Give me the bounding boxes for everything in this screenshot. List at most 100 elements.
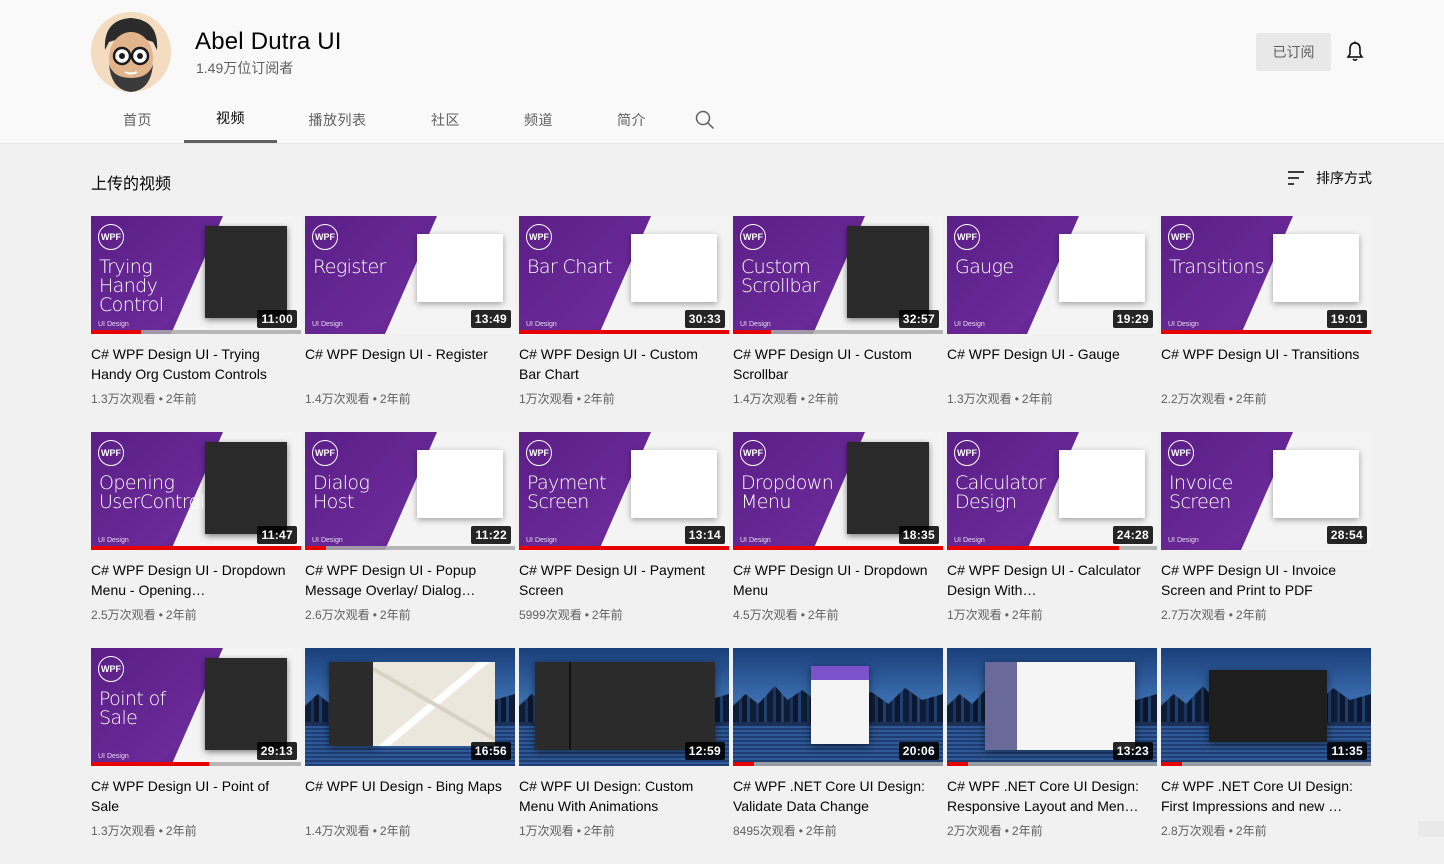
- video-card[interactable]: WPF Transitions UI Design 19:01 C# WPF Desig…: [1161, 216, 1371, 432]
- channel-avatar[interactable]: [91, 12, 171, 92]
- video-thumbnail[interactable]: WPF Point of Sale UI Design 29:13: [91, 648, 301, 766]
- video-thumbnail[interactable]: WPF Opening UserControl UI Design 11:47: [91, 432, 301, 550]
- video-title[interactable]: C# WPF Design UI - Trying Handy Org Cust…: [91, 344, 301, 384]
- video-title[interactable]: C# WPF Design UI - Dropdown Menu - Openi…: [91, 560, 301, 600]
- video-duration: 18:35: [898, 526, 939, 544]
- video-thumbnail[interactable]: WPF Custom Scrollbar UI Design 32:57: [733, 216, 943, 334]
- video-title[interactable]: C# WPF Design UI - Custom Bar Chart: [519, 344, 729, 384]
- meta-separator: •: [158, 824, 163, 838]
- video-card[interactable]: WPF Dialog Host UI Design 11:22 C# WPF Desig…: [305, 432, 515, 648]
- upload-age: 2年前: [807, 392, 839, 406]
- video-title[interactable]: C# WPF Design UI - Point of Sale: [91, 776, 301, 816]
- video-card[interactable]: WPF Custom Scrollbar UI Design 32:57 C# WPF …: [733, 216, 943, 432]
- meta-separator: •: [1228, 824, 1233, 838]
- tab-about[interactable]: 简介: [584, 96, 679, 143]
- avatar-illustration-icon: [91, 12, 171, 92]
- video-thumbnail[interactable]: WPF Payment Screen UI Design 13:14: [519, 432, 729, 550]
- video-title[interactable]: C# WPF Design UI - Gauge: [947, 344, 1157, 384]
- video-card[interactable]: WPF Register UI Design 13:49 C# WPF Design U…: [305, 216, 515, 432]
- thumbnail-screenshot: [205, 442, 287, 534]
- video-thumbnail[interactable]: 11:35: [1161, 648, 1371, 766]
- video-thumbnail[interactable]: 13:23: [947, 648, 1157, 766]
- video-title[interactable]: C# WPF Design UI - Calculator Design Wit…: [947, 560, 1157, 600]
- thumbnail-screenshot: [417, 234, 503, 302]
- video-title[interactable]: C# WPF Design UI - Dropdown Menu: [733, 560, 943, 600]
- subscriber-count: 1.49万位订阅者: [196, 60, 294, 76]
- video-thumbnail[interactable]: WPF Dropdown Menu UI Design 18:35: [733, 432, 943, 550]
- tab-channels[interactable]: 频道: [493, 96, 584, 143]
- tab-playlists[interactable]: 播放列表: [277, 96, 398, 143]
- watch-progress-fill: [519, 330, 729, 334]
- notification-bell-icon[interactable]: [1343, 40, 1367, 64]
- wpf-badge: WPF: [954, 440, 980, 466]
- video-duration: 13:23: [1112, 742, 1153, 760]
- video-card[interactable]: 20:06 C# WPF .NET Core UI Design: Validat…: [733, 648, 943, 864]
- video-duration: 13:49: [470, 310, 511, 328]
- video-title[interactable]: C# WPF Design UI - Register: [305, 344, 515, 384]
- video-title[interactable]: C# WPF Design UI - Payment Screen: [519, 560, 729, 600]
- video-thumbnail[interactable]: WPF Gauge UI Design 19:29: [947, 216, 1157, 334]
- video-title[interactable]: C# WPF .NET Core UI Design: Responsive L…: [947, 776, 1157, 816]
- video-card[interactable]: WPF Bar Chart UI Design 30:33 C# WPF Design …: [519, 216, 729, 432]
- view-count: 1.4万次观看: [305, 392, 370, 406]
- watch-progress-bar: [91, 546, 301, 550]
- tab-community[interactable]: 社区: [398, 96, 493, 143]
- thumbnail-divider: [569, 662, 571, 750]
- video-title[interactable]: C# WPF Design UI - Transitions: [1161, 344, 1371, 384]
- video-meta: 2.2万次观看 • 2年前: [1161, 390, 1371, 407]
- video-thumbnail[interactable]: 20:06: [733, 648, 943, 766]
- thumbnail-brand: UI Design: [312, 537, 343, 544]
- video-grid: WPF Trying Handy Control UI Design 11:00 C# …: [91, 216, 1371, 864]
- video-card[interactable]: 13:23 C# WPF .NET Core UI Design: Respons…: [947, 648, 1157, 864]
- video-card[interactable]: WPF Calculator Design UI Design 24:28 C# WPF…: [947, 432, 1157, 648]
- video-card[interactable]: 11:35 C# WPF .NET Core UI Design: First I…: [1161, 648, 1371, 864]
- upload-age: 2年前: [583, 824, 615, 838]
- video-duration: 19:01: [1326, 310, 1367, 328]
- video-title[interactable]: C# WPF Design UI - Popup Message Overlay…: [305, 560, 515, 600]
- meta-separator: •: [800, 392, 805, 406]
- tab-home[interactable]: 首页: [91, 96, 184, 143]
- sort-button[interactable]: 排序方式: [1286, 168, 1372, 188]
- video-card[interactable]: WPF Invoice Screen UI Design 28:54 C# WPF De…: [1161, 432, 1371, 648]
- video-title[interactable]: C# WPF Design UI - Invoice Screen and Pr…: [1161, 560, 1371, 600]
- video-thumbnail[interactable]: WPF Calculator Design UI Design 24:28: [947, 432, 1157, 550]
- video-thumbnail[interactable]: WPF Dialog Host UI Design 11:22: [305, 432, 515, 550]
- video-thumbnail[interactable]: WPF Trying Handy Control UI Design 11:00: [91, 216, 301, 334]
- video-thumbnail[interactable]: WPF Bar Chart UI Design 30:33: [519, 216, 729, 334]
- video-card[interactable]: WPF Trying Handy Control UI Design 11:00 C# …: [91, 216, 301, 432]
- video-card[interactable]: 16:56 C# WPF UI Design - Bing Maps 1.4万次观看…: [305, 648, 515, 864]
- tab-videos[interactable]: 视频: [184, 96, 277, 143]
- video-thumbnail[interactable]: WPF Invoice Screen UI Design 28:54: [1161, 432, 1371, 550]
- watch-progress-bar: [1161, 762, 1371, 766]
- wpf-badge: WPF: [98, 440, 124, 466]
- video-card[interactable]: WPF Point of Sale UI Design 29:13 C# WPF Des…: [91, 648, 301, 864]
- view-count: 1万次观看: [519, 824, 574, 838]
- video-thumbnail[interactable]: 12:59: [519, 648, 729, 766]
- video-title[interactable]: C# WPF Design UI - Custom Scrollbar: [733, 344, 943, 384]
- video-card[interactable]: WPF Opening UserControl UI Design 11:47 C# W…: [91, 432, 301, 648]
- video-title[interactable]: C# WPF UI Design: Custom Menu With Anima…: [519, 776, 729, 816]
- video-meta: 1万次观看 • 2年前: [519, 390, 729, 407]
- video-title[interactable]: C# WPF UI Design - Bing Maps: [305, 776, 515, 816]
- video-thumbnail[interactable]: 16:56: [305, 648, 515, 766]
- video-title[interactable]: C# WPF .NET Core UI Design: Validate Dat…: [733, 776, 943, 816]
- meta-separator: •: [1004, 608, 1009, 622]
- video-thumbnail[interactable]: WPF Register UI Design 13:49: [305, 216, 515, 334]
- upload-age: 2年前: [165, 824, 197, 838]
- video-card[interactable]: 12:59 C# WPF UI Design: Custom Menu With …: [519, 648, 729, 864]
- thumbnail-brand: UI Design: [740, 537, 771, 544]
- watch-progress-fill: [733, 762, 754, 766]
- video-card[interactable]: WPF Dropdown Menu UI Design 18:35 C# WPF Des…: [733, 432, 943, 648]
- wpf-badge: WPF: [526, 440, 552, 466]
- video-card[interactable]: WPF Payment Screen UI Design 13:14 C# WPF De…: [519, 432, 729, 648]
- video-thumbnail[interactable]: WPF Transitions UI Design 19:01: [1161, 216, 1371, 334]
- upload-age: 2年前: [165, 392, 197, 406]
- video-card[interactable]: WPF Gauge UI Design 19:29 C# WPF Design UI -…: [947, 216, 1157, 432]
- watch-progress-fill: [947, 546, 1120, 550]
- thumbnail-map: [373, 662, 495, 746]
- video-title[interactable]: C# WPF .NET Core UI Design: First Impres…: [1161, 776, 1371, 816]
- view-count: 1.3万次观看: [91, 824, 156, 838]
- channel-search-icon[interactable]: [683, 96, 727, 143]
- subscribed-button[interactable]: 已订阅: [1256, 33, 1331, 71]
- video-duration: 20:06: [898, 742, 939, 760]
